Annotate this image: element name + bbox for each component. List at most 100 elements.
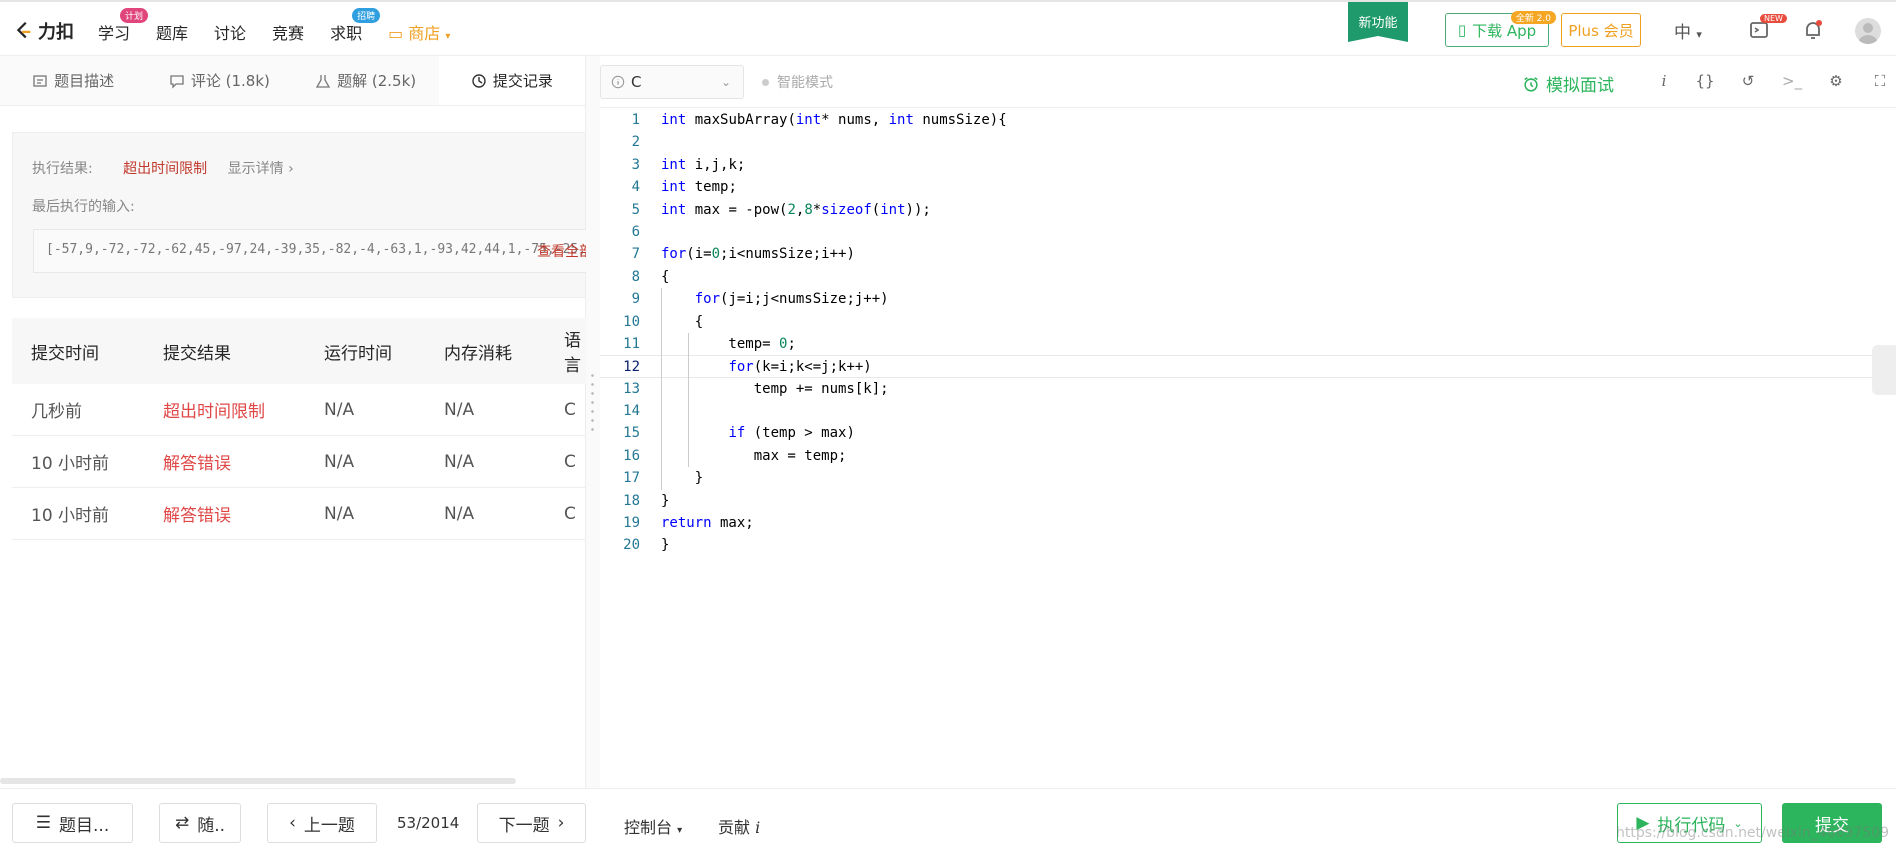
pane-splitter[interactable] [586,56,600,788]
download-app-button[interactable]: ▯ 下载 App 全新 2.0 [1445,11,1556,47]
prev-problem-button[interactable]: ‹ 上一题 [267,803,377,843]
header-result: 提交结果 [163,343,231,364]
settings-icon[interactable]: ⚙ [1826,72,1846,92]
table-row[interactable]: 10 小时前 解答错误 N/A N/A C [12,488,586,540]
code-line[interactable]: 18} [600,490,1896,512]
code-line[interactable]: 20} [600,534,1896,556]
nav-problemset[interactable]: 题库 [156,20,188,44]
page-indicator: 53/2014 [397,814,460,832]
code-text: int i,j,k; [661,156,746,173]
problem-list-button[interactable]: ☰ 题目... [12,803,133,843]
line-number: 6 [631,223,640,240]
result-status: 超出时间限制 [123,161,208,177]
terminal-icon[interactable]: >_ [1782,72,1802,92]
code-line[interactable]: 6 [600,221,1896,243]
chevron-down-icon: ⌄ [720,75,731,89]
code-text: temp= 0; [661,335,796,352]
random-label: 随.. [197,815,226,836]
row-time: 几秒前 [31,402,82,422]
shuffle-icon: ⇄ [174,813,190,833]
random-button[interactable]: ⇄ 随.. [159,803,241,843]
row-time: 10 小时前 [31,506,110,526]
code-line[interactable]: 16 max = temp; [600,445,1896,467]
logo[interactable]: 力扣 [12,18,74,44]
code-line[interactable]: 11 temp= 0; [600,333,1896,355]
nav-jobs-label: 求职 [330,24,363,43]
language-select[interactable]: C ⌄ [600,65,744,99]
code-line[interactable]: 15 if (temp > max) [600,422,1896,444]
code-text: return max; [661,515,754,532]
language-switch[interactable]: 中 ▾ [1674,18,1702,43]
line-number: 17 [623,470,640,487]
mock-interview-button[interactable]: 模拟面试 [1522,71,1614,96]
row-result[interactable]: 超出时间限制 [163,397,324,422]
table-row[interactable]: 几秒前 超出时间限制 N/A N/A C [12,384,586,436]
code-line[interactable]: 7 for(i=0;i<numsSize;i++) [600,243,1896,265]
nav-problemset-label: 题库 [156,24,189,43]
prev-label: 上一题 [303,815,355,836]
next-problem-button[interactable]: 下一题 › [477,803,586,843]
code-line[interactable]: 19 return max; [600,512,1896,534]
line-number: 1 [631,112,640,128]
show-detail-link[interactable]: 显示详情 › [228,161,294,177]
problem-list-label: 题目... [59,815,110,836]
row-result[interactable]: 解答错误 [163,501,324,526]
side-panel-handle[interactable] [1872,345,1896,395]
left-pane: 题目描述 评论 (1.8k) 题解 (2.5k) 提交记录 执行结果: 超出时间… [0,56,593,788]
main-nav: 学习 计划 题库 讨论 竞赛 求职 招聘 ▭ 商店 ▾ [98,8,450,44]
leetcode-logo-icon [16,21,31,39]
code-line[interactable]: 2 [600,131,1896,153]
bottom-bar: ☰ 题目... ⇄ 随.. ‹ 上一题 53/2014 下一题 › 控制台 ▾ 贡献 i… [0,788,1896,853]
row-runtime: N/A [324,451,355,472]
nav-discuss[interactable]: 讨论 [214,20,246,44]
line-number: 13 [623,380,640,397]
info-icon [611,75,625,89]
fullscreen-icon[interactable]: ⛶ [1870,72,1890,92]
code-line[interactable]: 5 int max = -pow(2,8*sizeof(int)); [600,199,1896,221]
nav-contest[interactable]: 竞赛 [272,20,304,44]
tab-description[interactable]: 题目描述 [0,56,146,105]
code-line[interactable]: 10 { [600,311,1896,333]
row-result[interactable]: 解答错误 [163,449,324,474]
line-number: 8 [631,268,640,285]
drag-handle-icon [591,371,594,431]
nav-store[interactable]: ▭ 商店 ▾ [388,20,450,44]
tab-solutions[interactable]: 题解 (2.5k) [293,56,439,105]
smart-mode-label: 智能模式 [777,75,833,91]
code-line[interactable]: 1 int maxSubArray(int* nums, int numsSize… [600,109,1896,131]
tab-comments[interactable]: 评论 (1.8k) [146,56,292,105]
line-number: 19 [623,515,640,532]
code-line[interactable]: 3 int i,j,k; [600,154,1896,176]
mock-interview-label: 模拟面试 [1546,76,1614,96]
playground-new-badge: NEW [1760,14,1787,23]
code-text: for(i=0;i<numsSize;i++) [661,246,855,263]
code-line[interactable]: 4 int temp; [600,176,1896,198]
reset-icon[interactable]: ↺ [1738,72,1758,92]
code-line[interactable]: 9 for(j=i;j<numsSize;j++) [600,288,1896,310]
avatar[interactable] [1855,18,1881,44]
code-line[interactable]: 17 } [600,467,1896,489]
code-line[interactable]: 8{ [600,266,1896,288]
line-number: 12 [623,359,640,376]
code-editor[interactable]: 1 int maxSubArray(int* nums, int numsSize… [600,109,1896,739]
horizontal-scrollbar[interactable] [0,778,516,784]
description-icon [33,74,47,87]
smart-mode-toggle[interactable]: 智能模式 [762,72,833,92]
tab-submissions[interactable]: 提交记录 [438,56,585,105]
watermark: https://blog.csdn.net/weixin_46697509 [1616,825,1890,841]
nav-learn[interactable]: 学习 计划 [98,8,149,44]
nav-jobs[interactable]: 求职 招聘 [330,8,381,44]
braces-icon[interactable]: {} [1695,72,1715,92]
view-all-link[interactable]: 查看全部 [537,241,593,261]
plus-member-button[interactable]: Plus 会员 [1561,13,1641,47]
code-line[interactable]: 12 for(k=i;k<=j;k++) [600,355,1896,378]
info-italic-icon[interactable]: i [1654,72,1674,92]
table-row[interactable]: 10 小时前 解答错误 N/A N/A C [12,436,586,488]
contribute-link[interactable]: 贡献 i [718,814,760,838]
bell-icon[interactable] [1801,18,1825,42]
code-line[interactable]: 13 temp += nums[k]; [600,378,1896,400]
new-feature-ribbon[interactable]: 新功能 [1348,2,1408,42]
chevron-right-icon: › [557,813,565,833]
console-toggle[interactable]: 控制台 ▾ [624,814,682,838]
code-line[interactable]: 14 [600,400,1896,422]
